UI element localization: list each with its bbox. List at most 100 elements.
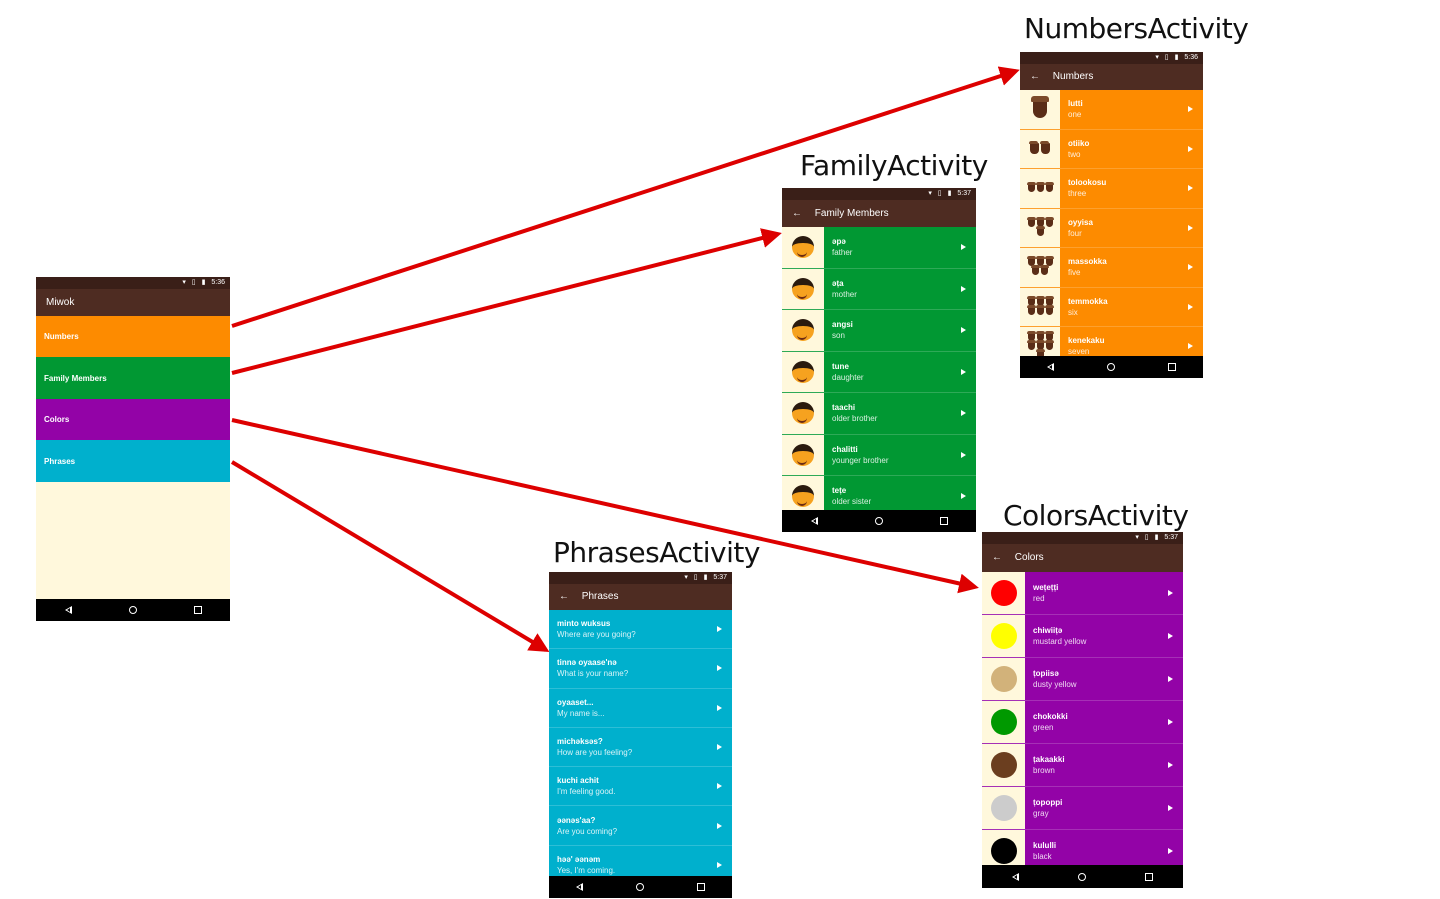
recents-nav-icon[interactable] [193, 606, 202, 614]
word-row[interactable]: michәksәs? How are you feeling? [549, 727, 732, 768]
word-row[interactable]: chalitti younger brother [782, 434, 976, 476]
family-activity-caption: FamilyActivity [800, 149, 988, 182]
play-icon[interactable] [1188, 185, 1193, 192]
category-colors[interactable]: Colors [36, 399, 230, 440]
face-icon [792, 277, 814, 300]
home-nav-icon[interactable] [1106, 363, 1115, 371]
back-nav-icon[interactable] [1011, 872, 1019, 881]
play-icon[interactable] [717, 626, 722, 633]
back-nav-icon[interactable] [810, 517, 818, 525]
word-texts: kululli black [1033, 841, 1056, 861]
home-nav-icon[interactable] [1077, 872, 1086, 881]
word-row[interactable]: tune daughter [782, 351, 976, 393]
play-icon[interactable] [1188, 303, 1193, 310]
play-icon[interactable] [1188, 224, 1193, 231]
person-icon [782, 434, 824, 475]
back-arrow-icon[interactable]: ← [559, 584, 575, 610]
play-icon[interactable] [961, 493, 966, 500]
word-row[interactable]: әpә father [782, 227, 976, 269]
word-row[interactable]: oyyisa four [1020, 208, 1203, 248]
recents-nav-icon[interactable] [939, 517, 948, 525]
recents-nav-icon[interactable] [1168, 363, 1177, 371]
play-icon[interactable] [1168, 762, 1173, 768]
category-phrases[interactable]: Phrases [36, 440, 230, 482]
play-icon[interactable] [1168, 719, 1173, 725]
back-nav-icon[interactable] [575, 883, 583, 891]
status-time: 5:36 [211, 279, 225, 286]
word-row[interactable]: ṭakaakki brown [982, 744, 1183, 787]
recents-nav-icon[interactable] [1145, 872, 1154, 881]
word-row[interactable]: chiwiiṭә mustard yellow [982, 615, 1183, 658]
word-row[interactable]: ṭopiisә dusty yellow [982, 658, 1183, 701]
word-row[interactable]: kululli black [982, 830, 1183, 865]
word-row[interactable]: taachi older brother [782, 393, 976, 435]
word-row[interactable]: kenekaku seven [1020, 327, 1203, 356]
person-icon [782, 227, 824, 268]
screen-title: Family Members [814, 208, 889, 219]
word-row[interactable]: әṭa mother [782, 268, 976, 310]
word-row[interactable]: weṭeṭṭi red [982, 572, 1183, 615]
word-row[interactable]: tolookosu three [1020, 169, 1203, 209]
play-icon[interactable] [1188, 106, 1193, 113]
miwok-word: әṭa [832, 278, 844, 288]
play-icon[interactable] [717, 704, 722, 711]
play-icon[interactable] [717, 783, 722, 790]
word-row[interactable]: temmokka six [1020, 287, 1203, 327]
back-arrow-icon[interactable]: ← [992, 544, 1008, 572]
word-row[interactable]: chokokki green [982, 701, 1183, 744]
word-row[interactable]: otiiko two [1020, 129, 1203, 169]
word-row[interactable]: oyaaset... My name is... [549, 688, 732, 728]
word-row[interactable]: lutti one [1020, 90, 1203, 130]
word-row[interactable]: massokka five [1020, 248, 1203, 288]
home-nav-icon[interactable] [128, 606, 137, 614]
play-icon[interactable] [961, 244, 966, 251]
status-bar: ▾ ▯ ▮ 5:37 [782, 188, 976, 200]
word-row[interactable]: angsi son [782, 310, 976, 352]
category-numbers[interactable]: Numbers [36, 316, 230, 357]
play-icon[interactable] [1168, 590, 1173, 596]
play-icon[interactable] [961, 368, 966, 375]
recents-nav-icon[interactable] [697, 883, 706, 891]
word-row[interactable]: әәnәs'aa? Are you coming? [549, 806, 732, 846]
play-icon[interactable] [1168, 633, 1173, 639]
play-icon[interactable] [717, 744, 722, 751]
play-icon[interactable] [961, 451, 966, 458]
color-circle [990, 666, 1017, 692]
play-icon[interactable] [961, 327, 966, 334]
home-nav-icon[interactable] [635, 883, 644, 891]
acorn-icon [1044, 216, 1054, 227]
word-row[interactable]: hәә' әәnәm Yes, I'm coming. [549, 845, 732, 876]
miwok-word: massokka [1068, 257, 1107, 267]
play-icon[interactable] [1188, 264, 1193, 271]
back-nav-icon[interactable] [1046, 363, 1054, 371]
play-icon[interactable] [961, 285, 966, 292]
play-icon[interactable] [717, 665, 722, 672]
word-texts: massokka five [1068, 257, 1107, 277]
play-icon[interactable] [1168, 848, 1173, 854]
play-icon[interactable] [1188, 145, 1193, 152]
back-arrow-icon[interactable]: ← [1030, 64, 1046, 90]
miwok-word: temmokka [1068, 296, 1108, 306]
word-row[interactable]: ṭopoppi gray [982, 787, 1183, 830]
person-icon [782, 476, 824, 510]
home-nav-icon[interactable] [874, 517, 883, 525]
word-row[interactable]: minto wuksus Where are you going? [549, 610, 732, 650]
play-icon[interactable] [717, 861, 722, 868]
play-icon[interactable] [717, 822, 722, 829]
word-row[interactable]: kuchi achit I'm feeling good. [549, 767, 732, 807]
play-icon[interactable] [1188, 343, 1193, 350]
category-family[interactable]: Family Members [36, 357, 230, 399]
word-row[interactable]: teṭe older sister [782, 476, 976, 510]
play-icon[interactable] [1168, 676, 1173, 682]
play-icon[interactable] [961, 410, 966, 417]
back-nav-icon[interactable] [64, 606, 72, 614]
english-translation: red [1033, 594, 1045, 603]
word-texts: chalitti younger brother [832, 445, 888, 465]
acorn-icon [1026, 181, 1036, 192]
miwok-word: teṭe [832, 486, 847, 496]
app-bar: ← Colors [982, 544, 1183, 572]
status-bar: ▾ ▯ ▮ 5:37 [982, 532, 1183, 544]
play-icon[interactable] [1168, 805, 1173, 811]
back-arrow-icon[interactable]: ← [792, 200, 808, 227]
word-row[interactable]: tinnә oyaase'nә What is your name? [549, 649, 732, 689]
